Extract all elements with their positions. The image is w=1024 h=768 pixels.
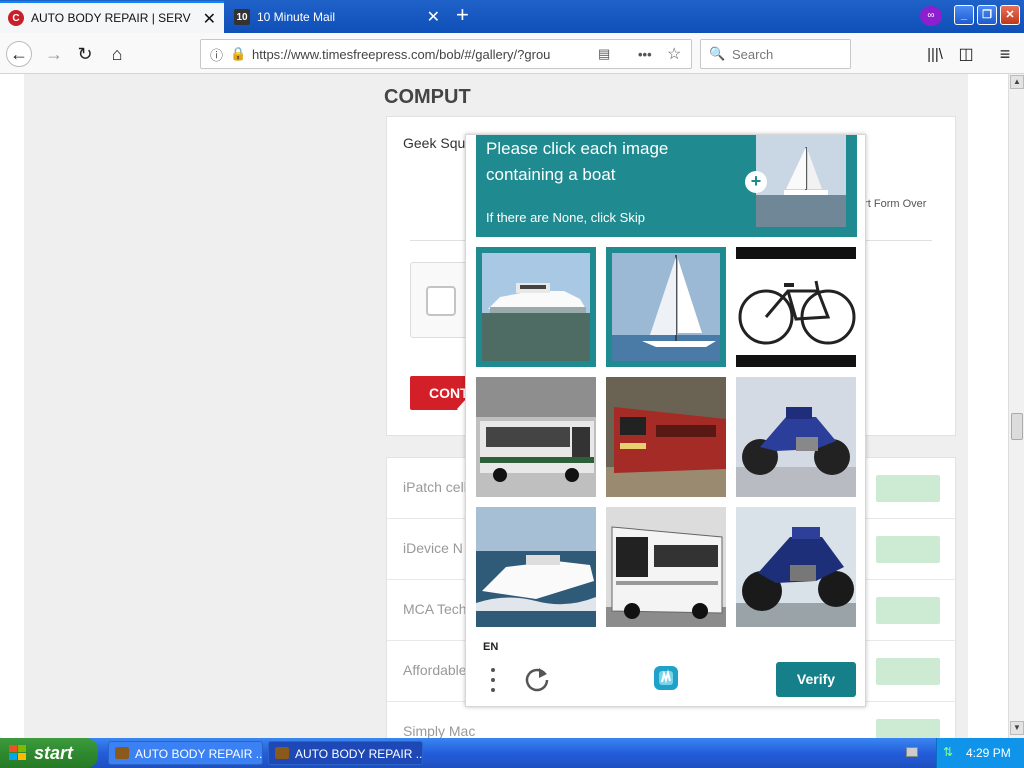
taskbar-item-active[interactable]: AUTO BODY REPAIR ...	[268, 741, 423, 765]
search-placeholder: Search	[732, 47, 774, 62]
taskbar-item-label: AUTO BODY REPAIR ...	[135, 747, 263, 761]
start-label: start	[34, 743, 74, 763]
captcha-checkbox-widget	[410, 262, 470, 338]
info-icon[interactable]: ⓘ	[210, 45, 223, 64]
expand-example-plus-icon[interactable]: +	[745, 171, 767, 193]
keyboard-layout-icon[interactable]	[906, 747, 918, 757]
windows-flag-icon	[9, 745, 26, 760]
network-icon[interactable]: ⇅	[943, 745, 953, 759]
image-tile-motorcycle[interactable]	[736, 507, 856, 627]
select-business-button[interactable]	[876, 536, 940, 563]
more-options-icon[interactable]	[488, 666, 498, 694]
select-business-button[interactable]	[876, 719, 940, 738]
image-tile-sailboat[interactable]	[606, 247, 726, 367]
select-business-button[interactable]	[876, 597, 940, 624]
lock-icon[interactable]: 🔒	[230, 46, 246, 62]
scroll-thumb[interactable]	[1011, 413, 1023, 440]
close-window-button[interactable]: ✕	[1000, 5, 1020, 25]
language-selector[interactable]: EN	[483, 641, 498, 653]
tab-auto-body-repair[interactable]: C AUTO BODY REPAIR | SERVICES ✕	[0, 1, 224, 33]
challenge-prompt: Please click each image containing a boa…	[476, 135, 857, 237]
image-tile-yacht[interactable]	[476, 247, 596, 367]
page-viewport: COMPUT Geek Squ art Form Over CONT iPatc…	[0, 74, 1008, 738]
times-free-press-favicon-icon: C	[8, 10, 24, 26]
image-tile-bus[interactable]	[476, 377, 596, 497]
prompt-skip-hint: If there are None, click Skip	[486, 210, 645, 225]
minimize-window-button[interactable]: _	[954, 5, 974, 25]
page-heading: COMPUT	[384, 86, 471, 108]
taskbar-item[interactable]: AUTO BODY REPAIR ...	[108, 741, 263, 765]
scroll-down-arrow-icon[interactable]: ▼	[1010, 721, 1024, 735]
tab-title: AUTO BODY REPAIR | SERVICES	[31, 11, 191, 25]
image-tile-train[interactable]	[606, 377, 726, 497]
select-business-button[interactable]	[876, 475, 940, 502]
search-icon: 🔍	[709, 46, 726, 61]
captcha-checkbox[interactable]	[426, 286, 456, 316]
prompt-target-text: containing a boat	[486, 165, 616, 184]
hcaptcha-logo-icon[interactable]	[650, 662, 682, 694]
scroll-up-arrow-icon[interactable]: ▲	[1010, 75, 1024, 89]
card-title: Geek Squ	[403, 135, 466, 151]
verify-button[interactable]: Verify	[776, 662, 856, 697]
close-tab-icon[interactable]: ✕	[203, 9, 216, 29]
image-tile-bicycle[interactable]	[736, 247, 856, 367]
firefox-window-icon	[115, 747, 129, 759]
private-browsing-mask-icon: ∞	[920, 6, 942, 26]
reload-icon[interactable]: ↻	[72, 41, 98, 67]
tab-title: 10 Minute Mail	[257, 10, 336, 24]
image-tile-motorcycle[interactable]	[736, 377, 856, 497]
clock: 4:29 PM	[966, 746, 1011, 760]
business-name: MCA Tech	[403, 601, 467, 617]
business-name: iPatch cell	[403, 479, 467, 495]
back-arrow-icon[interactable]: ←	[6, 41, 32, 67]
close-tab-icon[interactable]: ✕	[427, 7, 440, 27]
tab-bar: C AUTO BODY REPAIR | SERVICES ✕ 10 10 Mi…	[0, 0, 1024, 33]
page-actions-icon[interactable]: •••	[638, 47, 652, 62]
forward-arrow-icon[interactable]: →	[41, 41, 67, 67]
select-business-button[interactable]	[876, 658, 940, 685]
business-name: iDevice N	[403, 540, 463, 556]
new-tab-plus-icon[interactable]: +	[456, 4, 469, 26]
sidebar-icon[interactable]: ◫	[953, 41, 979, 67]
start-button[interactable]: start	[0, 738, 98, 768]
ten-minute-mail-favicon-icon: 10	[234, 9, 250, 25]
bookmark-star-icon[interactable]: ☆	[667, 44, 681, 64]
library-icon[interactable]: |||\	[922, 41, 948, 67]
windows-taskbar: start AUTO BODY REPAIR ... AUTO BODY REP…	[0, 738, 1024, 768]
image-tile-bus[interactable]	[606, 507, 726, 627]
menu-hamburger-icon[interactable]: ≡	[992, 41, 1018, 67]
refresh-challenge-icon[interactable]	[523, 664, 551, 692]
image-tile-speedboat[interactable]	[476, 507, 596, 627]
taskbar-item-label: AUTO BODY REPAIR ...	[295, 747, 423, 761]
captcha-challenge: Please click each image containing a boa…	[465, 134, 866, 707]
navigation-toolbar: ← → ↻ ⌂ ⓘ 🔒 https://www.timesfreepress.c…	[0, 33, 1024, 74]
url-text[interactable]: https://www.timesfreepress.com/bob/#/gal…	[252, 47, 562, 62]
prompt-text: Please click each image	[486, 139, 669, 158]
firefox-window-icon	[275, 747, 289, 759]
address-bar[interactable]: ⓘ 🔒 https://www.timesfreepress.com/bob/#…	[200, 39, 692, 69]
reader-view-icon[interactable]: ▤	[598, 46, 610, 62]
tab-10-minute-mail[interactable]: 10 10 Minute Mail ✕	[226, 1, 448, 33]
start-form-over-link[interactable]: art Form Over	[858, 198, 926, 210]
example-sailboat-image	[756, 135, 846, 227]
restore-window-button[interactable]: ❐	[977, 5, 997, 25]
search-input[interactable]: 🔍 Search	[700, 39, 851, 69]
vertical-scrollbar[interactable]: ▲ ▼	[1008, 74, 1024, 738]
list-item: Simply Mac	[387, 702, 957, 738]
business-name: Simply Mac	[403, 723, 476, 738]
home-icon[interactable]: ⌂	[104, 41, 130, 67]
